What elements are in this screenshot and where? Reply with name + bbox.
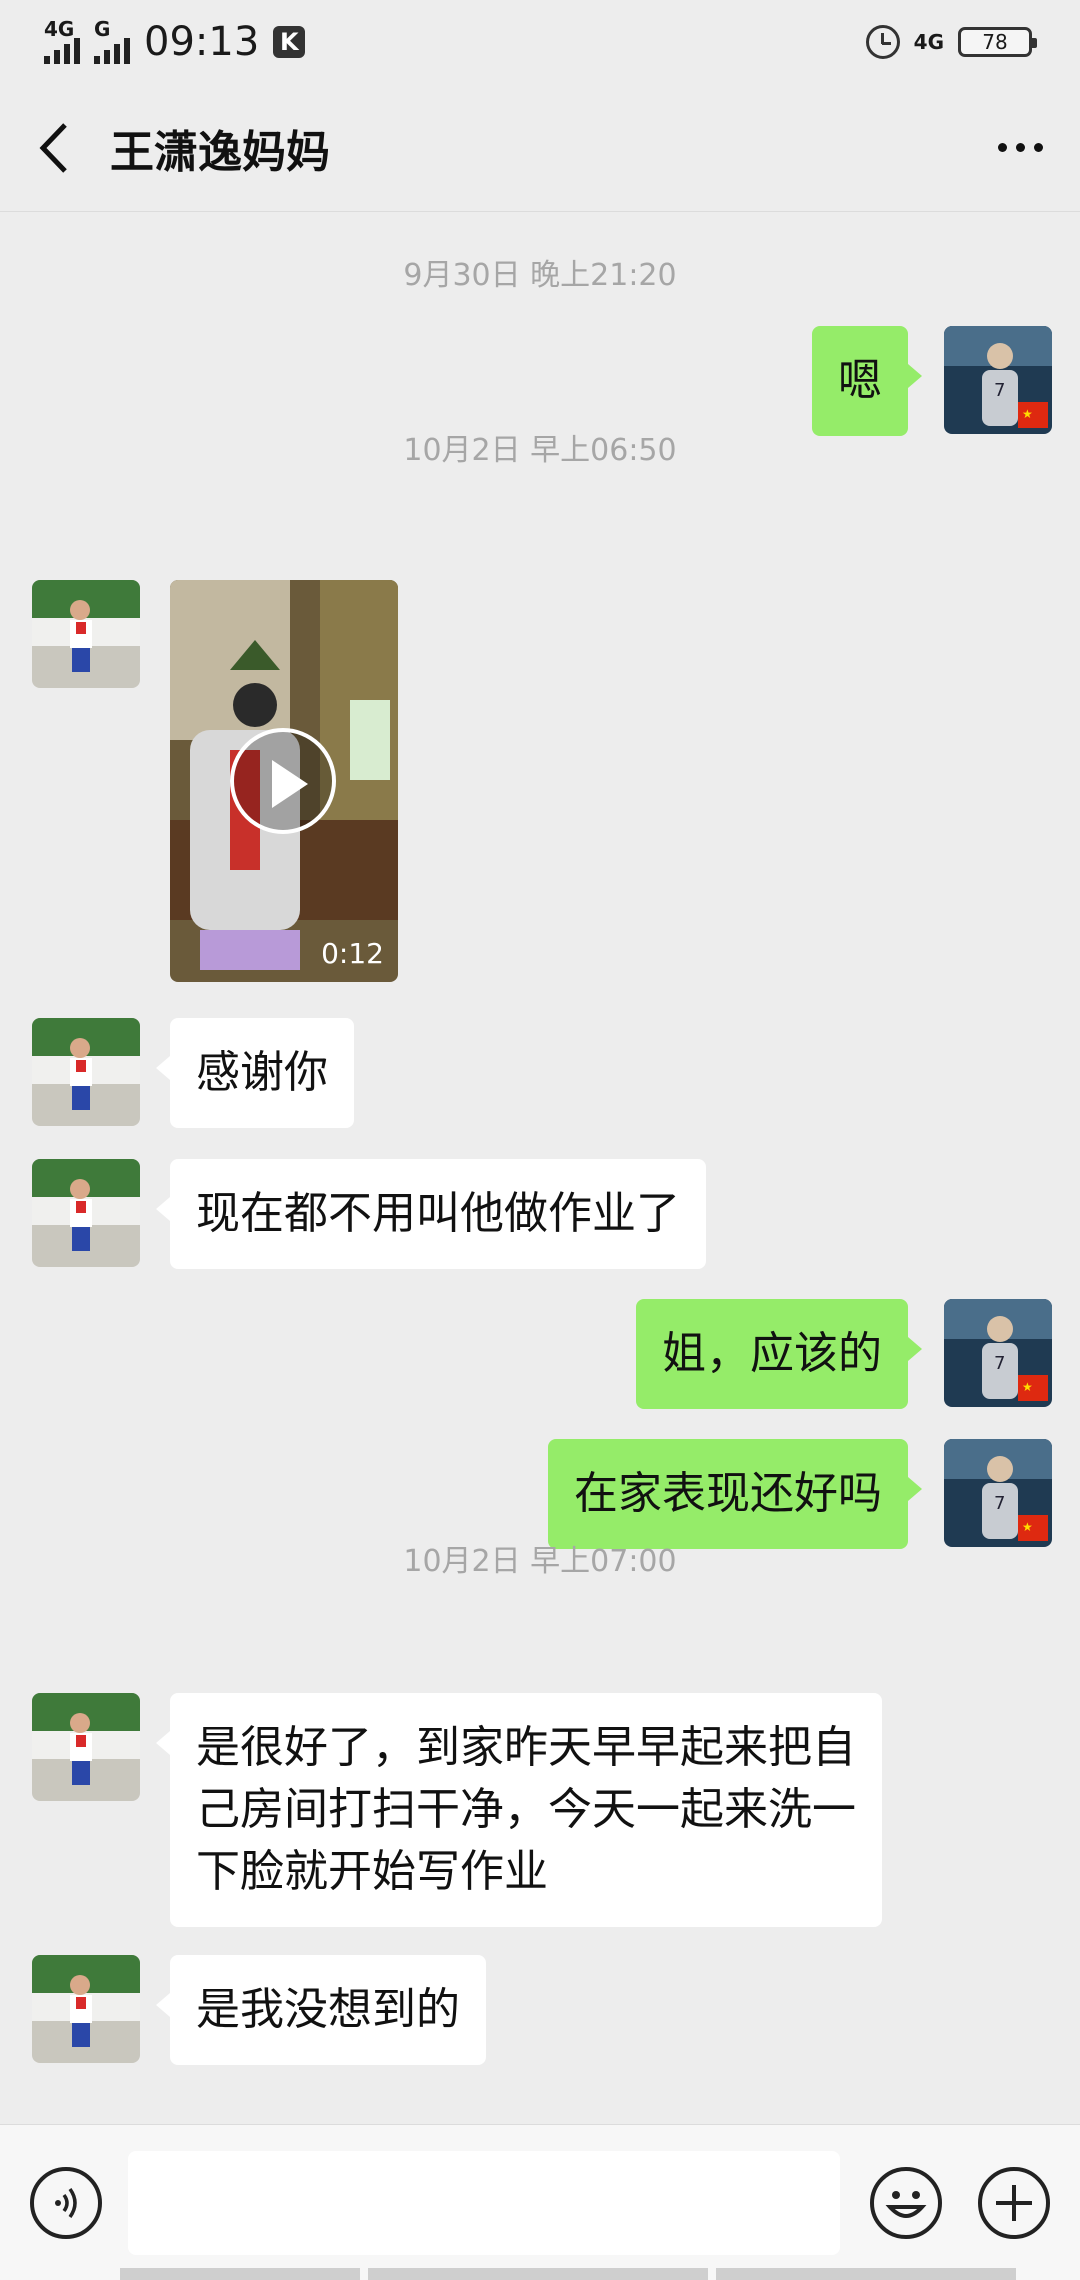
more-button[interactable] [960,84,1080,212]
video-message[interactable]: 0:12 [170,580,398,982]
battery-icon: 78 [958,27,1037,57]
message-bubble-in[interactable]: 感谢你 [156,1018,354,1128]
avatar-contact[interactable] [32,1159,140,1267]
message-bubble-out[interactable]: 在家表现还好吗 [548,1439,922,1549]
avatar-contact[interactable] [32,1018,140,1126]
avatar-contact[interactable] [32,1955,140,2063]
back-arrow-icon [39,122,67,173]
svg-text:7: 7 [994,380,1005,401]
chat-title: 王潇逸妈妈 [110,126,330,178]
avatar-contact-image [32,1159,140,1267]
network-type-label: 4G [44,17,75,41]
svg-text:★: ★ [1022,1520,1033,1534]
status-right: 4G 78 [865,25,1037,59]
message-line: 下脸就开始写作业 [196,1846,548,1897]
svg-text:7: 7 [994,1353,1005,1374]
more-icon [997,143,1007,152]
network-type-label-2: G [94,17,111,41]
status-left: 4G G 09:13 K [44,17,306,65]
message-line: 己房间打扫干净，今天一起来洗一 [196,1784,856,1835]
app-notification-icon: K [273,26,306,58]
svg-text:★: ★ [1022,1380,1033,1394]
avatar-contact[interactable] [32,580,140,688]
emoji-icon [885,2191,927,2218]
voice-button[interactable] [30,2167,102,2239]
avatar-self[interactable]: 7 ★ [944,326,1052,434]
keyboard-strip [0,2268,1080,2280]
message-bubble-in[interactable]: 是很好了，到家昨天早早起来把自 己房间打扫干净，今天一起来洗一 下脸就开始写作业 [156,1693,882,1927]
play-icon[interactable] [230,728,336,834]
network-indicator-right: 4G [913,30,944,54]
status-time: 09:13 [144,19,260,65]
message-bubble-in[interactable]: 是我没想到的 [156,1955,486,2065]
avatar-self-image: 7 ★ [944,1439,1052,1547]
timestamp: 10月2日 早上06:50 [403,433,677,468]
svg-text:★: ★ [1022,407,1033,421]
plus-icon [996,2185,1032,2221]
timestamp: 9月30日 晚上21:20 [403,258,677,293]
message-line: 是很好了，到家昨天早早起来把自 [196,1722,856,1773]
back-button[interactable] [0,84,110,212]
avatar-contact-image [32,1955,140,2063]
video-duration: 0:12 [321,937,384,970]
emoji-button[interactable] [870,2167,942,2239]
signal-icon [44,38,80,64]
input-bar [0,2124,1080,2280]
svg-text:7: 7 [994,1493,1005,1514]
battery-level: 78 [982,30,1008,54]
avatar-self[interactable]: 7 ★ [944,1439,1052,1547]
message-bubble-in[interactable]: 现在都不用叫他做作业了 [156,1159,706,1269]
network-indicator-1: 4G [44,17,80,64]
status-bar: 4G G 09:13 K 4G 78 [0,0,1080,84]
chat-header: 王潇逸妈妈 [0,84,1080,212]
signal-icon-2 [94,38,130,64]
message-list[interactable]: 9月30日 晚上21:20 嗯 7 ★ 10月2日 早上06:50 0:12 感… [0,213,1080,2123]
avatar-contact-image [32,1693,140,1801]
voice-icon [55,2187,77,2219]
avatar-contact[interactable] [32,1693,140,1801]
message-input[interactable] [128,2151,840,2255]
avatar-self-image: 7 ★ [944,326,1052,434]
message-bubble-out[interactable]: 嗯 [812,326,922,436]
avatar-self[interactable]: 7 ★ [944,1299,1052,1407]
message-bubble-out[interactable]: 姐，应该的 [636,1299,922,1409]
network-indicator-2: G [94,17,130,64]
avatar-contact-image [32,580,140,688]
plus-button[interactable] [978,2167,1050,2239]
alarm-icon [865,25,900,59]
avatar-contact-image [32,1018,140,1126]
avatar-self-image: 7 ★ [944,1299,1052,1407]
timestamp: 10月2日 早上07:00 [403,1544,677,1579]
